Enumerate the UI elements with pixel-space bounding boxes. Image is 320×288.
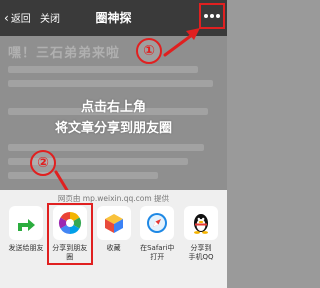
instruction-line-2: 将文章分享到朋友圈 bbox=[54, 121, 172, 136]
share-to-qq-tile[interactable] bbox=[184, 206, 218, 240]
text-placeholder bbox=[8, 80, 213, 87]
share-actions: 发送给朋友 分享到朋友圈 收藏 在Safari中 打开 分享到 手机QQ bbox=[0, 203, 227, 265]
text-placeholder bbox=[8, 66, 198, 73]
share-arrow-icon bbox=[18, 219, 35, 231]
share-to-moments-action[interactable]: 分享到朋友圈 bbox=[46, 203, 93, 265]
share-to-qq-action[interactable]: 分享到 手机QQ bbox=[181, 206, 221, 262]
action-label: 发送给朋友 bbox=[8, 244, 44, 252]
send-to-friend-action[interactable]: 发送给朋友 bbox=[6, 206, 46, 262]
more-dots-icon bbox=[204, 14, 220, 18]
safari-icon bbox=[147, 213, 168, 233]
favorite-cube-icon bbox=[104, 214, 123, 233]
navbar: ‹ 返回 关闭 圈神探 bbox=[0, 0, 227, 36]
action-label: 分享到 手机QQ bbox=[188, 244, 214, 261]
provider-text: 网页由 mp.weixin.qq.com 提供 bbox=[57, 194, 170, 203]
favorite-tile[interactable] bbox=[96, 206, 131, 240]
favorite-action[interactable]: 收藏 bbox=[94, 206, 134, 262]
qq-penguin-icon bbox=[194, 214, 208, 234]
action-label: 分享到朋友圈 bbox=[52, 244, 88, 261]
page-title: 圈神探 bbox=[95, 11, 132, 25]
open-in-safari-tile[interactable] bbox=[140, 206, 175, 240]
step-1-marker: ① bbox=[136, 38, 162, 64]
action-label: 在Safari中 打开 bbox=[140, 244, 175, 261]
text-placeholder bbox=[8, 172, 158, 179]
open-in-safari-action[interactable]: 在Safari中 打开 bbox=[137, 206, 177, 262]
share-sheet: 网页由 mp.weixin.qq.com 提供 发送给朋友 分享到朋友圈 收藏 … bbox=[0, 190, 227, 288]
share-to-moments-tile[interactable] bbox=[52, 206, 87, 240]
moments-icon bbox=[58, 212, 81, 234]
action-label: 收藏 bbox=[106, 244, 121, 252]
send-to-friend-tile[interactable] bbox=[9, 206, 43, 240]
article-headline: 嘿！三石弟弟来啦 bbox=[8, 46, 121, 61]
step-2-marker: ② bbox=[30, 150, 56, 176]
instruction-line-1: 点击右上角 bbox=[80, 100, 146, 115]
more-button[interactable] bbox=[199, 3, 225, 29]
